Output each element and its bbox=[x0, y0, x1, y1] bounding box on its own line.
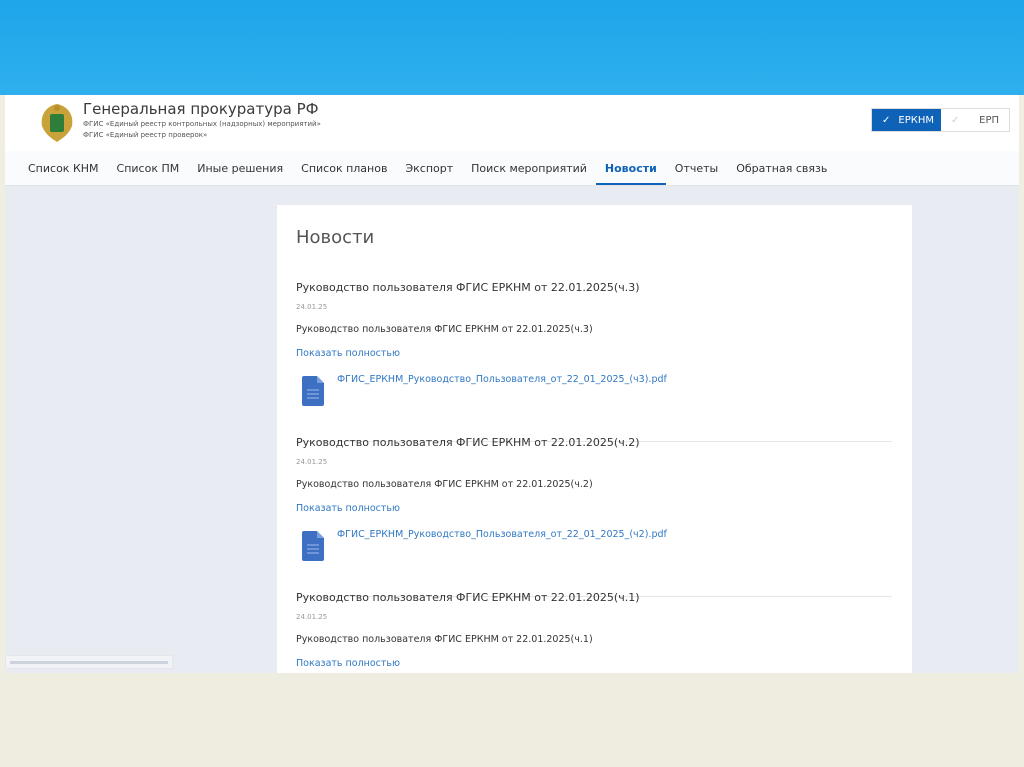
nav-item[interactable]: Список планов bbox=[292, 151, 396, 185]
screenshot: Генеральная прокуратура РФ ФГИС «Единый … bbox=[5, 95, 1019, 673]
news-description: Руководство пользователя ФГИС ЕРКНМ от 2… bbox=[296, 634, 593, 645]
slide-top-band bbox=[0, 0, 1024, 95]
check-icon: ✓ bbox=[882, 114, 891, 126]
nav-item[interactable]: Новости bbox=[595, 151, 666, 185]
news-item: Руководство пользователя ФГИС ЕРКНМ от 2… bbox=[296, 591, 892, 673]
news-date: 24.01.25 bbox=[296, 613, 328, 621]
document-icon bbox=[302, 531, 324, 561]
file-link[interactable]: ФГИС_ЕРКНМ_Руководство_Пользователя_от_2… bbox=[337, 374, 667, 385]
news-title: Руководство пользователя ФГИС ЕРКНМ от 2… bbox=[296, 281, 640, 294]
main-nav: Список КНМ Список ПМ Иные решения Список пл… bbox=[5, 151, 1019, 186]
file-link[interactable]: ФГИС_ЕРКНМ_Руководство_Пользователя_от_2… bbox=[337, 529, 667, 540]
document-icon bbox=[302, 376, 324, 406]
site-header: Генеральная прокуратура РФ ФГИС «Единый … bbox=[5, 95, 1019, 151]
slide-bottom-band bbox=[0, 673, 1024, 767]
news-title: Руководство пользователя ФГИС ЕРКНМ от 2… bbox=[296, 436, 640, 449]
news-description: Руководство пользователя ФГИС ЕРКНМ от 2… bbox=[296, 479, 593, 490]
news-card: Новости Руководство пользователя ФГИС ЕР… bbox=[277, 205, 912, 673]
show-more-link[interactable]: Показать полностью bbox=[296, 658, 400, 669]
news-item: Руководство пользователя ФГИС ЕРКНМ от 2… bbox=[296, 281, 892, 442]
nav-item[interactable]: Иные решения bbox=[188, 151, 292, 185]
nav-item[interactable]: Список КНМ bbox=[19, 151, 108, 185]
check-icon: ✓ bbox=[951, 114, 960, 126]
page-title: Новости bbox=[296, 227, 375, 248]
nav-item[interactable]: Поиск мероприятий bbox=[462, 151, 596, 185]
show-more-link[interactable]: Показать полностью bbox=[296, 503, 400, 514]
switch-erknm[interactable]: ✓ ЕРКНМ bbox=[872, 109, 941, 131]
status-bar-url bbox=[5, 655, 173, 669]
site-title: Генеральная прокуратура РФ bbox=[83, 100, 319, 118]
nav-item[interactable]: Обратная связь bbox=[727, 151, 836, 185]
nav-item[interactable]: Экспорт bbox=[396, 151, 462, 185]
nav-item[interactable]: Отчеты bbox=[666, 151, 727, 185]
news-item: Руководство пользователя ФГИС ЕРКНМ от 2… bbox=[296, 436, 892, 597]
news-date: 24.01.25 bbox=[296, 458, 328, 466]
system-switch: ✓ ЕРКНМ ✓ ЕРП bbox=[871, 108, 1010, 132]
nav-item[interactable]: Список ПМ bbox=[108, 151, 189, 185]
news-title: Руководство пользователя ФГИС ЕРКНМ от 2… bbox=[296, 591, 640, 604]
site-subtitle: ФГИС «Единый реестр проверок» bbox=[83, 131, 208, 139]
emblem-logo bbox=[41, 104, 73, 142]
site-subtitle: ФГИС «Единый реестр контрольных (надзорн… bbox=[83, 120, 321, 128]
news-description: Руководство пользователя ФГИС ЕРКНМ от 2… bbox=[296, 324, 593, 335]
switch-erp[interactable]: ✓ ЕРП bbox=[941, 109, 1009, 131]
show-more-link[interactable]: Показать полностью bbox=[296, 348, 400, 359]
news-date: 24.01.25 bbox=[296, 303, 328, 311]
